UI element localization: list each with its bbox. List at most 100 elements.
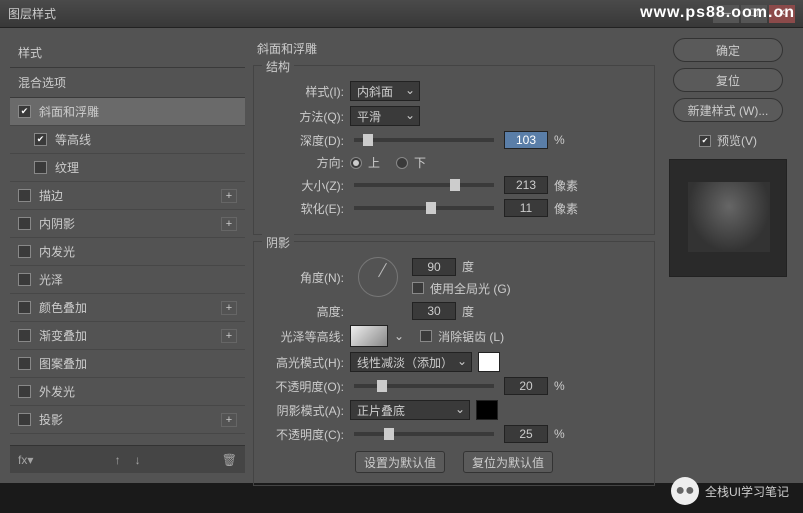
- style-checkbox[interactable]: [18, 301, 31, 314]
- antialias-checkbox[interactable]: [420, 330, 432, 342]
- altitude-field[interactable]: 30: [412, 302, 456, 320]
- style-checkbox[interactable]: [18, 413, 31, 426]
- soften-field[interactable]: 11: [504, 199, 548, 217]
- hmode-label: 高光模式(H):: [266, 354, 344, 371]
- style-checkbox[interactable]: [18, 273, 31, 286]
- sopacity-field[interactable]: 25: [504, 425, 548, 443]
- style-checkbox[interactable]: [18, 385, 31, 398]
- style-item-斜面和浮雕[interactable]: 斜面和浮雕: [10, 98, 245, 126]
- shadow-color[interactable]: [476, 400, 498, 420]
- size-slider[interactable]: [354, 183, 494, 187]
- add-instance-icon[interactable]: +: [221, 329, 237, 343]
- fx-icon[interactable]: fx▾: [18, 453, 33, 467]
- preview-box: [669, 159, 787, 277]
- highlight-color[interactable]: [478, 352, 500, 372]
- style-label: 光泽: [39, 271, 237, 288]
- smode-label: 阴影模式(A):: [266, 402, 344, 419]
- structure-fieldset: 结构 样式(I): 内斜面 方法(Q): 平滑 深度(D): 103 % 方向:…: [253, 65, 655, 235]
- move-down-icon[interactable]: ↓: [135, 453, 141, 467]
- style-label: 外发光: [39, 383, 237, 400]
- technique-select[interactable]: 平滑: [350, 106, 420, 126]
- hopacity-field[interactable]: 20: [504, 377, 548, 395]
- style-label: 纹理: [55, 159, 237, 176]
- style-checkbox[interactable]: [34, 133, 47, 146]
- style-item-内阴影[interactable]: 内阴影+: [10, 210, 245, 238]
- style-item-光泽[interactable]: 光泽: [10, 266, 245, 294]
- make-default-button[interactable]: 设置为默认值: [355, 451, 445, 473]
- style-checkbox[interactable]: [18, 105, 31, 118]
- soften-unit: 像素: [554, 200, 584, 217]
- sopacity-slider[interactable]: [354, 432, 494, 436]
- size-field[interactable]: 213: [504, 176, 548, 194]
- depth-slider[interactable]: [354, 138, 494, 142]
- altitude-unit: 度: [462, 303, 474, 320]
- gloss-label: 光泽等高线:: [266, 328, 344, 345]
- add-instance-icon[interactable]: +: [221, 301, 237, 315]
- antialias-label: 消除锯齿 (L): [438, 328, 504, 345]
- angle-dial[interactable]: [358, 257, 398, 297]
- angle-label: 角度(N):: [266, 269, 344, 286]
- style-label: 样式(I):: [266, 83, 344, 100]
- add-instance-icon[interactable]: +: [221, 413, 237, 427]
- style-footer: fx▾ ↑ ↓ 🗑: [10, 445, 245, 473]
- reset-default-button[interactable]: 复位为默认值: [463, 451, 553, 473]
- trash-icon[interactable]: 🗑: [222, 453, 237, 467]
- style-item-渐变叠加[interactable]: 渐变叠加+: [10, 322, 245, 350]
- style-label: 等高线: [55, 131, 237, 148]
- cancel-button[interactable]: 复位: [673, 68, 783, 92]
- preview-checkbox[interactable]: [699, 135, 711, 147]
- style-item-外发光[interactable]: 外发光: [10, 378, 245, 406]
- technique-label: 方法(Q):: [266, 108, 344, 125]
- style-checkbox[interactable]: [18, 217, 31, 230]
- preview-label: 预览(V): [717, 132, 757, 149]
- hopacity-label: 不透明度(O):: [266, 378, 344, 395]
- new-style-button[interactable]: 新建样式 (W)...: [673, 98, 783, 122]
- shading-fieldset: 阴影 角度(N): 90 度 使用全局光 (G) 高度:: [253, 241, 655, 486]
- angle-field[interactable]: 90: [412, 258, 456, 276]
- shadow-mode-select[interactable]: 正片叠底: [350, 400, 470, 420]
- add-instance-icon[interactable]: +: [221, 217, 237, 231]
- style-checkbox[interactable]: [34, 161, 47, 174]
- soften-label: 软化(E):: [266, 200, 344, 217]
- gloss-contour[interactable]: [350, 325, 388, 347]
- global-light-checkbox[interactable]: [412, 282, 424, 294]
- style-item-颜色叠加[interactable]: 颜色叠加+: [10, 294, 245, 322]
- up-label: 上: [368, 154, 380, 171]
- hopacity-slider[interactable]: [354, 384, 494, 388]
- style-select[interactable]: 内斜面: [350, 81, 420, 101]
- add-instance-icon[interactable]: +: [221, 189, 237, 203]
- ok-button[interactable]: 确定: [673, 38, 783, 62]
- style-label: 斜面和浮雕: [39, 103, 237, 120]
- soften-slider[interactable]: [354, 206, 494, 210]
- style-label: 内发光: [39, 243, 237, 260]
- size-unit: 像素: [554, 177, 584, 194]
- direction-label: 方向:: [266, 154, 344, 171]
- style-item-内发光[interactable]: 内发光: [10, 238, 245, 266]
- move-up-icon[interactable]: ↑: [115, 453, 121, 467]
- style-checkbox[interactable]: [18, 245, 31, 258]
- style-checkbox[interactable]: [18, 329, 31, 342]
- style-item-纹理[interactable]: 纹理: [10, 154, 245, 182]
- structure-legend: 结构: [262, 58, 294, 75]
- style-item-描边[interactable]: 描边+: [10, 182, 245, 210]
- highlight-mode-select[interactable]: 线性减淡（添加）: [350, 352, 472, 372]
- blend-options[interactable]: 混合选项: [10, 68, 245, 98]
- style-label: 内阴影: [39, 215, 221, 232]
- depth-label: 深度(D):: [266, 132, 344, 149]
- style-item-等高线[interactable]: 等高线: [10, 126, 245, 154]
- window-title: 图层样式: [8, 5, 711, 22]
- size-label: 大小(Z):: [266, 177, 344, 194]
- depth-field[interactable]: 103: [504, 131, 548, 149]
- altitude-label: 高度:: [266, 303, 344, 320]
- style-label: 投影: [39, 411, 221, 428]
- style-checkbox[interactable]: [18, 357, 31, 370]
- sopacity-label: 不透明度(C):: [266, 426, 344, 443]
- direction-up-radio[interactable]: [350, 157, 362, 169]
- style-item-投影[interactable]: 投影+: [10, 406, 245, 434]
- shading-legend: 阴影: [262, 234, 294, 251]
- global-light-label: 使用全局光 (G): [430, 280, 511, 297]
- direction-down-radio[interactable]: [396, 157, 408, 169]
- style-item-图案叠加[interactable]: 图案叠加: [10, 350, 245, 378]
- style-label: 描边: [39, 187, 221, 204]
- style-checkbox[interactable]: [18, 189, 31, 202]
